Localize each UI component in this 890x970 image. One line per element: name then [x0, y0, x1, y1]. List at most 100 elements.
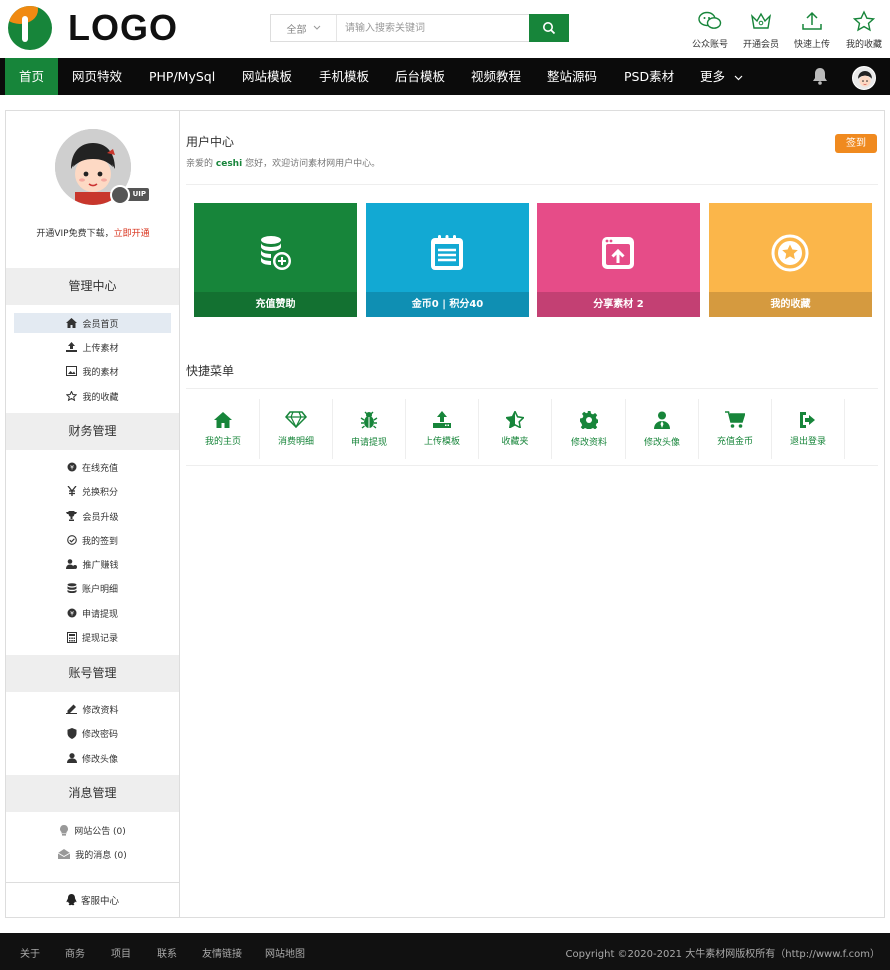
card-label: 充值赞助	[194, 292, 357, 317]
vip-badge-label: UIP	[132, 190, 146, 198]
sidebar-item-account-details[interactable]: 账户明细	[14, 578, 171, 598]
sidebar-item-label: 修改密码	[81, 729, 118, 740]
nav-item-admin-templates[interactable]: 后台模板	[395, 58, 445, 95]
notepad-icon	[431, 235, 463, 270]
logout-icon	[800, 411, 815, 428]
card-label: 分享素材 2	[537, 292, 700, 317]
quick-menu-label: 消费明细	[277, 437, 314, 447]
quick-link-vip[interactable]: 开通会员	[741, 10, 781, 50]
edit-icon	[66, 704, 78, 714]
search-input[interactable]	[337, 15, 529, 41]
logo[interactable]: LOGO	[8, 6, 178, 50]
card-share[interactable]: 分享素材 2	[537, 203, 700, 317]
card-coins[interactable]: 金币0 | 积分40	[366, 203, 529, 317]
nav-more-label: 更多	[700, 69, 726, 84]
sidebar-item-withdraw[interactable]: ¥ 申请提现	[14, 603, 171, 623]
quick-menu-label: 修改头像	[643, 437, 680, 448]
footer-link-projects[interactable]: 项目	[111, 945, 131, 960]
quick-menu-item-favorites[interactable]: 收藏夹	[479, 399, 552, 459]
nav-item-site-templates[interactable]: 网站模板	[242, 58, 292, 95]
nav-item-source[interactable]: 整站源码	[547, 58, 597, 95]
quick-menu-label: 我的主页	[204, 436, 241, 447]
star-icon	[506, 411, 524, 428]
nav-item-php[interactable]: PHP/MySql	[149, 58, 215, 95]
sidebar-item-label: 在线充值	[81, 463, 118, 474]
sidebar-item-my-assets[interactable]: 我的素材	[14, 361, 171, 381]
notification-bell[interactable]	[812, 67, 828, 89]
user-avatar[interactable]	[852, 66, 876, 90]
shield-icon	[67, 727, 77, 739]
share-icon	[602, 237, 634, 269]
star-icon	[852, 10, 876, 32]
chevron-down-icon	[313, 25, 320, 30]
quick-menu-item-withdraw[interactable]: 申请提现	[333, 399, 406, 459]
sidebar-item-recharge[interactable]: ¥ 在线充值	[14, 457, 171, 477]
sidebar-item-label: 修改头像	[81, 754, 118, 765]
header: LOGO 全部 公众账号 开通会员 快速上传 我的收藏	[0, 0, 890, 58]
vip-open-link[interactable]: 立即开通	[114, 229, 150, 239]
star-circle-icon	[771, 234, 809, 272]
sidebar-item-label: 会员首页	[82, 319, 119, 330]
quick-menu-item-logout[interactable]: 退出登录	[772, 399, 845, 459]
footer-link-friend-links[interactable]: 友情链接	[202, 945, 242, 960]
nav-item-more[interactable]: 更多	[700, 58, 743, 95]
card-favorites[interactable]: 我的收藏	[709, 203, 872, 317]
check-circle-icon	[67, 535, 77, 545]
nav-item-effects[interactable]: 网页特效	[72, 58, 122, 95]
quick-link-favorites[interactable]: 我的收藏	[844, 10, 884, 50]
sidebar-item-checkin[interactable]: 我的签到	[14, 530, 171, 550]
signin-button[interactable]: 签到	[835, 134, 877, 153]
nav-item-mobile-templates[interactable]: 手机模板	[319, 58, 369, 95]
customer-service-label: 客服中心	[80, 896, 119, 907]
sidebar-item-announcements[interactable]: 网站公告 (0)	[14, 820, 171, 840]
envelope-open-icon	[58, 849, 71, 859]
footer-link-sitemap[interactable]: 网站地图	[265, 945, 305, 960]
sidebar-item-label: 推广赚钱	[82, 560, 119, 571]
search-category-select[interactable]: 全部	[271, 15, 337, 41]
customer-service-link[interactable]: 客服中心	[6, 882, 179, 917]
trophy-icon	[66, 511, 78, 521]
footer-link-business[interactable]: 商务	[65, 945, 85, 960]
quick-menu-item-edit-profile[interactable]: 修改资料	[553, 399, 626, 459]
sidebar-item-change-avatar[interactable]: 修改头像	[14, 748, 171, 768]
home-icon	[214, 411, 232, 428]
sidebar-item-change-password[interactable]: 修改密码	[14, 723, 171, 743]
sidebar-item-my-messages[interactable]: 我的消息 (0)	[14, 844, 171, 864]
sidebar-item-edit-profile[interactable]: 修改资料	[14, 699, 171, 719]
footer-link-about[interactable]: 关于	[20, 945, 40, 960]
quick-menu-item-buy-coins[interactable]: 充值金币	[699, 399, 772, 459]
quick-menu-item-consumption[interactable]: 消费明细	[260, 399, 333, 459]
section-title-messages: 消息管理	[6, 775, 179, 812]
card-recharge[interactable]: 充值赞助	[194, 203, 357, 317]
footer-link-contact[interactable]: 联系	[157, 945, 177, 960]
sidebar-item-exchange[interactable]: 兑换积分	[14, 481, 171, 501]
quick-menu-item-home[interactable]: 我的主页	[187, 399, 260, 459]
quick-link-upload[interactable]: 快速上传	[792, 10, 832, 50]
divider	[186, 184, 878, 185]
quick-menu-item-upload[interactable]: 上传模板	[406, 399, 479, 459]
sidebar-item-promote[interactable]: 推广赚钱	[14, 554, 171, 574]
nav-item-psd[interactable]: PSD素材	[624, 58, 674, 95]
quick-menu-label: 收藏夹	[501, 437, 529, 447]
quick-link-wechat[interactable]: 公众账号	[690, 10, 730, 50]
search-icon	[543, 22, 556, 35]
sidebar-item-member-home[interactable]: 会员首页	[14, 313, 171, 333]
quick-menu-item-change-avatar[interactable]: 修改头像	[626, 399, 699, 459]
yen-icon	[67, 486, 77, 496]
coin-icon: ¥	[67, 608, 77, 618]
home-icon	[66, 318, 78, 328]
quick-menu-title: 快捷菜单	[186, 364, 235, 378]
sidebar-item-label: 上传素材	[82, 343, 119, 354]
sidebar-item-withdraw-records[interactable]: 提现记录	[14, 627, 171, 647]
search-button[interactable]	[529, 14, 569, 42]
nav-item-video[interactable]: 视频教程	[471, 58, 521, 95]
user-icon	[654, 411, 670, 429]
nav-item-home[interactable]: 首页	[5, 58, 58, 95]
main-panel: UIP 开通VIP免费下载，立即开通 管理中心 会员首页 上传素材 我的素材 我…	[5, 110, 885, 918]
bug-icon	[360, 411, 378, 429]
lightbulb-icon	[60, 824, 69, 836]
logo-text: LOGO	[68, 7, 178, 48]
sidebar-item-upgrade[interactable]: 会员升级	[14, 506, 171, 526]
sidebar-item-favorites[interactable]: 我的收藏	[14, 386, 171, 406]
sidebar-item-upload[interactable]: 上传素材	[14, 337, 171, 357]
